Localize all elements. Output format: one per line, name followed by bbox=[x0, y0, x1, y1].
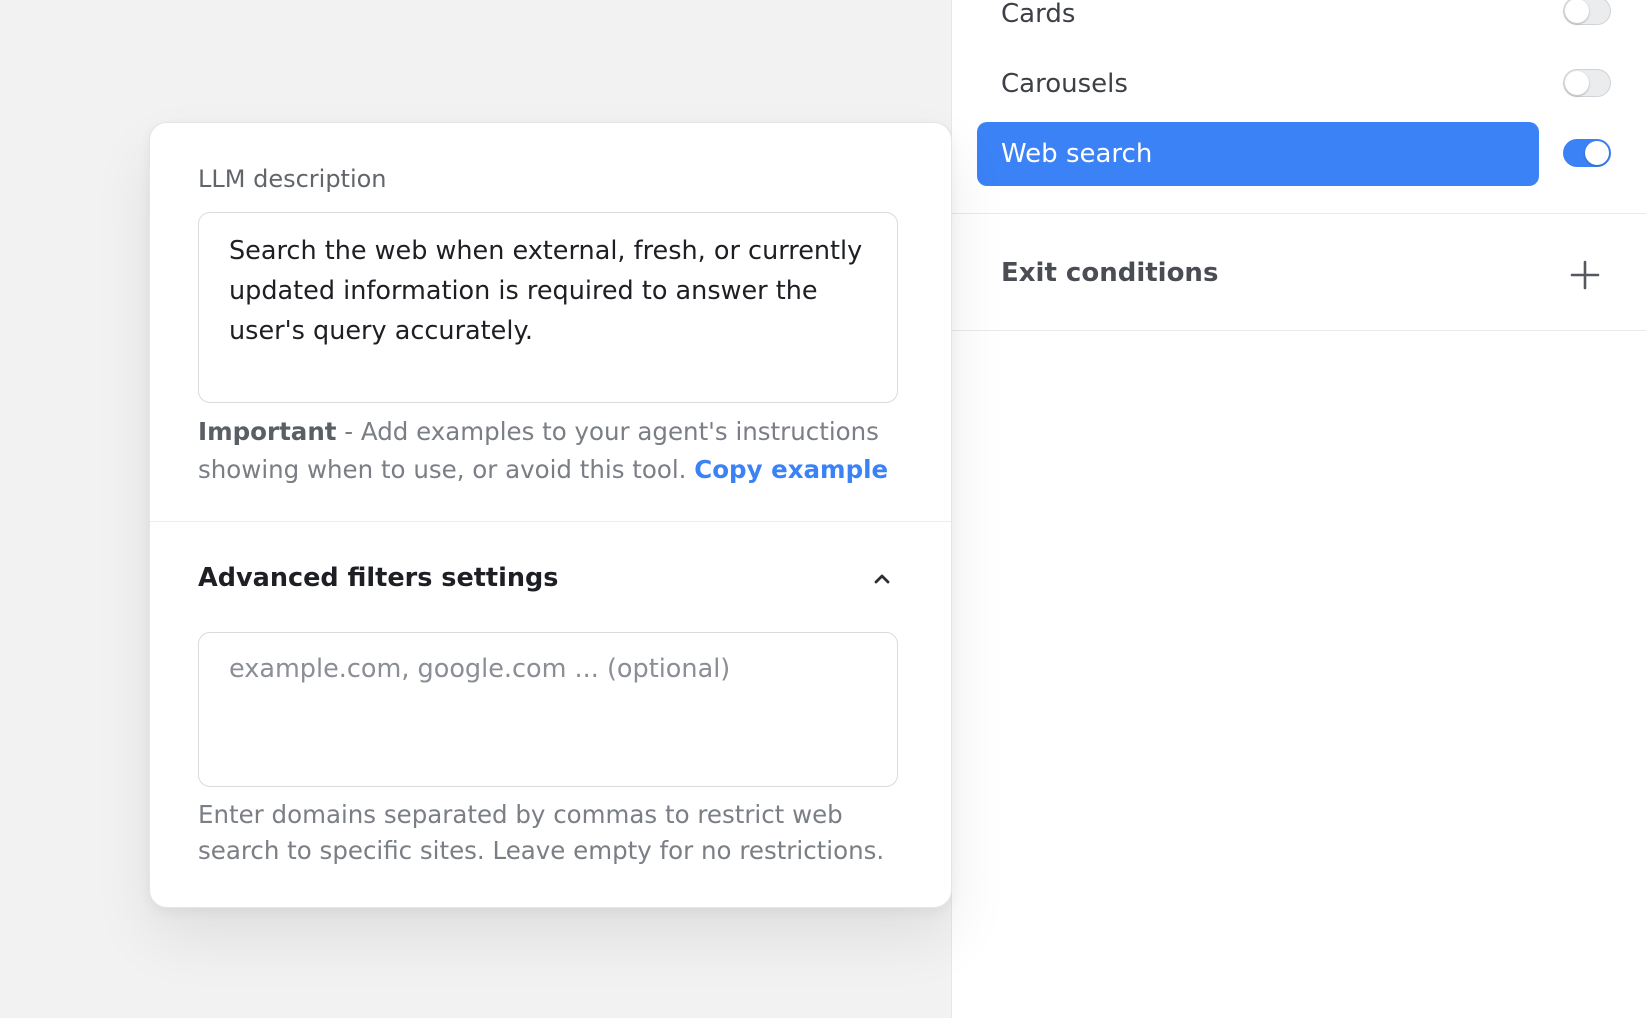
tool-item-label: Carousels bbox=[1001, 69, 1128, 99]
exit-conditions-title: Exit conditions bbox=[1001, 258, 1219, 288]
tool-item-carousels[interactable]: Carousels bbox=[977, 52, 1539, 116]
tool-item-web-search[interactable]: Web search bbox=[977, 122, 1539, 186]
screen: Cards Carousels Web search Exit conditio… bbox=[0, 0, 1646, 1018]
allowed-domains-input[interactable] bbox=[198, 632, 898, 787]
chevron-up-icon[interactable] bbox=[870, 567, 894, 591]
toggle-knob bbox=[1565, 0, 1589, 23]
copy-example-link[interactable]: Copy example bbox=[694, 455, 888, 484]
web-search-toggle[interactable] bbox=[1563, 139, 1611, 167]
domains-help-text: Enter domains separated by commas to res… bbox=[198, 800, 885, 865]
hint-important-label: Important bbox=[198, 417, 337, 446]
tool-item-label: Cards bbox=[1001, 0, 1076, 29]
tools-side-panel: Cards Carousels Web search Exit conditio… bbox=[951, 0, 1646, 1018]
cards-toggle[interactable] bbox=[1563, 0, 1611, 25]
advanced-filters-title[interactable]: Advanced filters settings bbox=[198, 563, 558, 593]
carousels-toggle[interactable] bbox=[1563, 69, 1611, 97]
llm-description-textarea[interactable]: Search the web when external, fresh, or … bbox=[198, 212, 898, 403]
toggle-knob bbox=[1585, 141, 1609, 165]
tool-item-label: Web search bbox=[1001, 139, 1153, 169]
llm-description-label: LLM description bbox=[198, 165, 387, 193]
card-divider bbox=[150, 521, 951, 522]
plus-icon[interactable] bbox=[1570, 260, 1600, 290]
toggle-knob bbox=[1565, 71, 1589, 95]
web-search-settings-card: LLM description Search the web when exte… bbox=[149, 122, 952, 908]
section-divider bbox=[952, 213, 1646, 214]
instructions-hint: Important - Add examples to your agent's… bbox=[198, 413, 908, 489]
tool-item-cards[interactable]: Cards bbox=[977, 0, 1539, 46]
section-divider bbox=[952, 330, 1646, 331]
